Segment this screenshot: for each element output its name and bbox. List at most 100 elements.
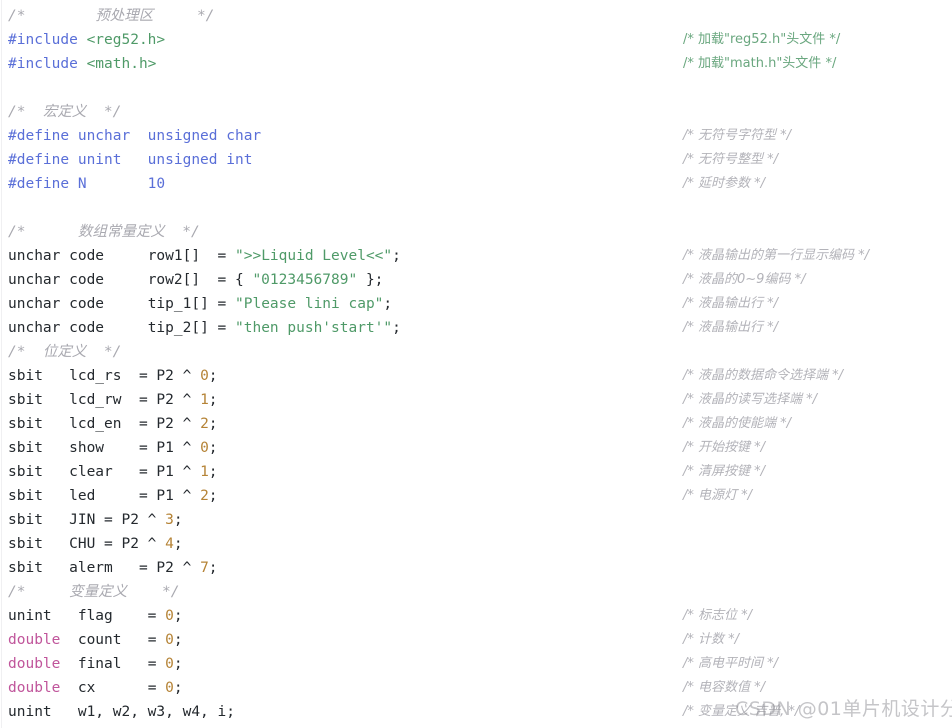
inline-comment: /* 无符号字符型 */ (683, 128, 792, 143)
declaration-tip2: unchar code tip_2[] = "then push'start'"… (8, 316, 401, 340)
identifier-tip1: tip_1[] = (147, 296, 235, 312)
inline-comment: /* 标志位 */ (683, 608, 753, 623)
identifier-row1: row1[] = (147, 248, 235, 264)
code-line: sbit JIN = P2 ^ 3; (0, 508, 952, 532)
inline-comment: /* 液晶的读写选择端 */ (683, 392, 818, 407)
sbit-decl: sbit lcd_en = P2 ^ (8, 416, 201, 432)
code-line: #define N 10 /* 延时参数 */ (0, 172, 952, 196)
sbit-decl: sbit CHU = P2 ^ (8, 536, 166, 552)
declaration-row2: unchar code row2[] = { "0123456789" }; (8, 268, 383, 292)
include-keyword: #include (8, 32, 87, 48)
code-line: double cx = 0; /* 电容数值 */ (0, 676, 952, 700)
sbit-lcd-rw: sbit lcd_rw = P2 ^ 1; (8, 388, 218, 412)
code-line: unchar code row2[] = { "0123456789" }; /… (0, 268, 952, 292)
declaration-flag: unint flag = 0; (8, 604, 183, 628)
code-line: sbit show = P1 ^ 0; /* 开始按键 */ (0, 436, 952, 460)
sbit-decl: sbit led = P1 ^ (8, 488, 201, 504)
sbit-lcd-rs: sbit lcd_rs = P2 ^ 0; (8, 364, 218, 388)
inline-comment: /* 无符号整型 */ (683, 152, 779, 167)
semicolon: ; (208, 392, 218, 408)
code-line: double count = 0; /* 计数 */ (0, 628, 952, 652)
inline-comment: /* 液晶的0~9编码 */ (683, 272, 806, 287)
sbit-show: sbit show = P1 ^ 0; (8, 436, 218, 460)
type-unchar-code: unchar code (8, 320, 148, 336)
section-comment-macros: /* 宏定义 */ (8, 104, 122, 120)
code-line: unchar code row1[] = ">>Liquid Level<<";… (0, 244, 952, 268)
code-line: #include <reg52.h> /* 加载"reg52.h"头文件 */ (0, 28, 952, 52)
declaration-w-series: unint w1, w2, w3, w4, i; (8, 704, 235, 720)
sbit-decl: sbit JIN = P2 ^ (8, 512, 166, 528)
semicolon: ; (173, 656, 183, 672)
bit-index: 0 (200, 368, 209, 384)
code-line: sbit led = P1 ^ 2; /* 电源灯 */ (0, 484, 952, 508)
type-unchar-code: unchar code (8, 296, 148, 312)
semicolon: ; (173, 680, 183, 696)
sbit-lcd-en: sbit lcd_en = P2 ^ 2; (8, 412, 218, 436)
inline-comment: /* 电源灯 */ (683, 488, 753, 503)
type-unchar-code: unchar code (8, 248, 148, 264)
inline-comment: /* 变量定义 吉普, */ (683, 704, 800, 719)
define-n: #define N 10 (8, 176, 166, 192)
bit-index: 1 (200, 464, 209, 480)
inline-comment: /* 液晶输出的第一行显示编码 */ (683, 248, 870, 263)
code-line: #define unchar unsigned char /* 无符号字符型 *… (0, 124, 952, 148)
semicolon: ; (208, 368, 218, 384)
initial-value: 0 (165, 608, 174, 624)
include-math-statement: #include <math.h> (8, 52, 156, 76)
identifier-tip2: tip_2[] = (147, 320, 235, 336)
string-literal-tip1: "Please lini cap" (235, 296, 384, 312)
bit-index: 4 (165, 536, 174, 552)
sbit-decl: sbit show = P1 ^ (8, 440, 201, 456)
code-line: sbit lcd_rw = P2 ^ 1; /* 液晶的读写选择端 */ (0, 388, 952, 412)
declaration-row1: unchar code row1[] = ">>Liquid Level<<"; (8, 244, 401, 268)
type-unchar-code: unchar code (8, 272, 148, 288)
sbit-clear: sbit clear = P1 ^ 1; (8, 460, 218, 484)
inline-comment: /* 高电平时间 */ (683, 656, 779, 671)
var-decl: final = (60, 656, 166, 672)
bit-index: 2 (200, 416, 209, 432)
semicolon: ; (173, 632, 183, 648)
bit-index: 3 (165, 512, 174, 528)
sbit-led: sbit led = P1 ^ 2; (8, 484, 218, 508)
sbit-chu: sbit CHU = P2 ^ 4; (8, 532, 183, 556)
code-line: unint w1, w2, w3, w4, i; /* 变量定义 吉普, */ (0, 700, 952, 724)
brace-close: }; (357, 272, 384, 288)
code-line: /* 位定义 */ (0, 340, 952, 364)
code-line: unchar code tip_2[] = "then push'start'"… (0, 316, 952, 340)
inline-comment: /* 电容数值 */ (683, 680, 766, 695)
code-line: #include <math.h> /* 加载"math.h"头文件 */ (0, 52, 952, 76)
inline-comment: /* 加载"math.h"头文件 */ (683, 56, 837, 71)
section-comment-arrays: /* 数组常量定义 */ (8, 224, 200, 240)
code-line: #define unint unsigned int /* 无符号整型 */ (0, 148, 952, 172)
semicolon: ; (208, 488, 218, 504)
declaration-tip1: unchar code tip_1[] = "Please lini cap"; (8, 292, 392, 316)
inline-comment: /* 计数 */ (683, 632, 740, 647)
code-line: sbit lcd_en = P2 ^ 2; /* 液晶的使能端 */ (0, 412, 952, 436)
semicolon: ; (392, 320, 401, 336)
code-line: sbit lcd_rs = P2 ^ 0; /* 液晶的数据命令选择端 */ (0, 364, 952, 388)
code-line: sbit CHU = P2 ^ 4; (0, 532, 952, 556)
string-literal-tip2: "then push'start'" (235, 320, 393, 336)
bit-index: 7 (200, 560, 209, 576)
var-decl: cx = (60, 680, 166, 696)
declaration-final: double final = 0; (8, 652, 183, 676)
bit-index: 2 (200, 488, 209, 504)
sbit-jin: sbit JIN = P2 ^ 3; (8, 508, 183, 532)
declaration-count: double count = 0; (8, 628, 183, 652)
semicolon: ; (383, 296, 393, 312)
define-unchar: #define unchar unsigned char (8, 128, 262, 144)
include-header-reg52: <reg52.h> (86, 32, 166, 48)
code-line: sbit alerm = P2 ^ 7; (0, 556, 952, 580)
code-listing-page: /* 预处理区 */ #include <reg52.h> /* 加载"reg5… (0, 0, 952, 728)
string-literal-row1: ">>Liquid Level<<" (235, 248, 393, 264)
inline-comment: /* 液晶的使能端 */ (683, 416, 792, 431)
sbit-decl: sbit lcd_rw = P2 ^ (8, 392, 201, 408)
semicolon: ; (208, 464, 218, 480)
string-literal-row2: "0123456789" (252, 272, 358, 288)
identifier-row2: row2[] = { (147, 272, 253, 288)
code-line: /* 变量定义 */ (0, 580, 952, 604)
code-line: double final = 0; /* 高电平时间 */ (0, 652, 952, 676)
include-reg52-statement: #include <reg52.h> (8, 28, 165, 52)
